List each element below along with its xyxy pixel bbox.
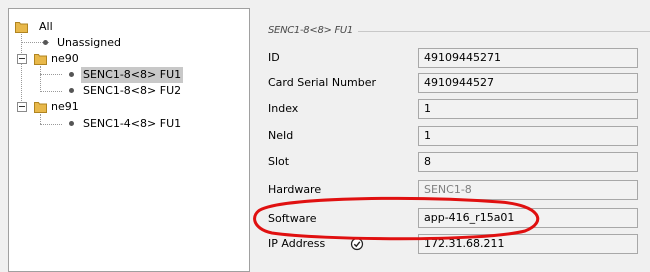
section-divider <box>358 31 650 32</box>
tree-item-label: SENC1-8<8> FU1 <box>81 67 184 83</box>
node-bullet-icon <box>69 121 74 126</box>
node-bullet-icon <box>43 40 48 45</box>
software-label: Software <box>268 212 317 225</box>
tree-item-label: All <box>39 20 53 33</box>
ip-address-label: IP Address <box>268 237 326 250</box>
tree-panel: All Unassigned ne90 SENC1-8<8> FU1 SENC1… <box>8 8 250 272</box>
card-serial-number-label: Card Serial Number <box>268 76 377 89</box>
tree-connector <box>40 74 62 75</box>
collapse-icon[interactable] <box>17 54 27 64</box>
card-serial-number-field[interactable]: 4910944527 <box>418 73 638 93</box>
node-bullet-icon <box>69 72 74 77</box>
id-field[interactable]: 49109445271 <box>418 48 638 68</box>
slot-label: Slot <box>268 155 290 168</box>
index-field[interactable]: 1 <box>418 99 638 119</box>
tree-item-label: SENC1-8<8> FU2 <box>83 84 182 97</box>
collapse-icon[interactable] <box>17 102 27 112</box>
hardware-field[interactable]: SENC1-8 <box>418 180 638 200</box>
tree-item-label: ne91 <box>51 100 79 113</box>
id-label: ID <box>268 51 280 64</box>
folder-icon <box>34 102 47 113</box>
neid-label: NeId <box>268 129 294 142</box>
tree-item-label: Unassigned <box>57 36 121 49</box>
tree-connector <box>40 66 41 92</box>
slot-field[interactable]: 8 <box>418 152 638 172</box>
folder-icon <box>34 54 47 65</box>
tree-connector <box>40 114 41 124</box>
tree-connector <box>40 124 62 125</box>
check-circle-icon <box>350 237 364 251</box>
folder-icon <box>15 22 28 33</box>
index-label: Index <box>268 102 299 115</box>
software-field[interactable]: app-416_r15a01 <box>418 208 638 228</box>
tree-item-label: ne90 <box>51 52 79 65</box>
ip-address-field[interactable]: 172.31.68.211 <box>418 234 638 254</box>
tree-connector <box>40 91 62 92</box>
tree-item-label: SENC1-4<8> FU1 <box>83 117 182 130</box>
neid-field[interactable]: 1 <box>418 126 638 146</box>
section-title: SENC1-8<8> FU1 <box>268 25 353 36</box>
node-bullet-icon <box>69 88 74 93</box>
hardware-label: Hardware <box>268 183 322 196</box>
